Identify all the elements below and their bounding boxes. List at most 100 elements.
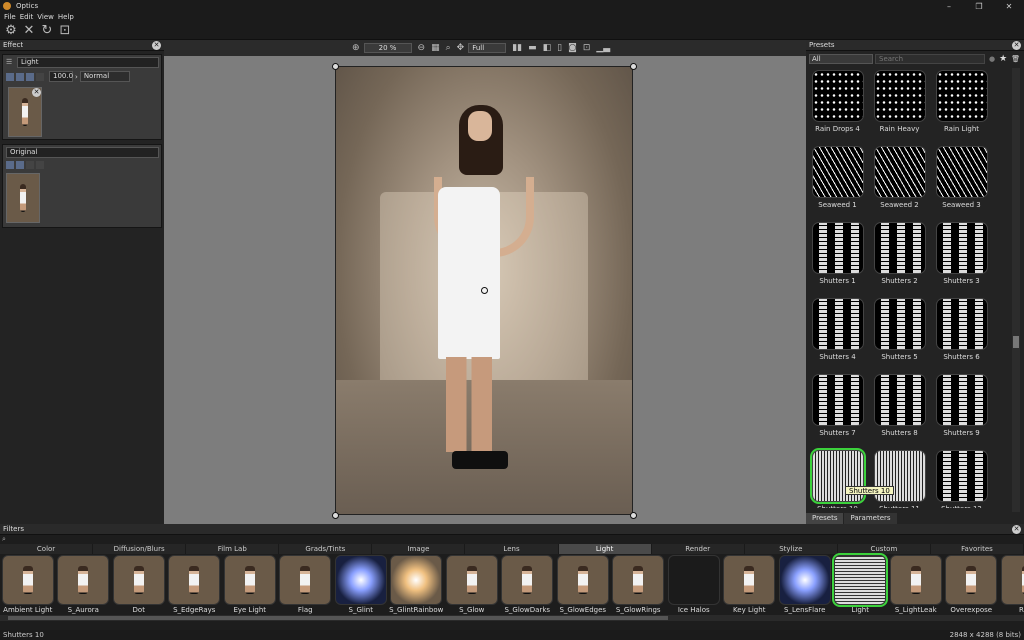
preset-item[interactable]: Rain Heavy [871,70,928,146]
filter-category-tab[interactable]: Film Lab [186,544,280,554]
filter-item[interactable]: Ice Halos [666,555,722,615]
fit-screen-icon[interactable]: ⊡ [583,43,591,53]
zoom-out-icon[interactable]: ⊖ [418,43,426,53]
mask-icon[interactable] [6,161,14,169]
filter-thumbnail[interactable] [168,555,221,605]
star-icon[interactable]: ★ [999,54,1007,64]
preset-item[interactable]: Rain Light [933,70,990,146]
filter-thumbnail[interactable] [832,553,889,607]
filter-thumbnail[interactable] [57,555,110,605]
filter-thumbnail[interactable] [778,555,831,605]
preset-thumbnail[interactable] [811,298,864,350]
effect-layer[interactable]: Light ☰ 100.0 › Normal ✕ [2,54,162,140]
preset-thumbnail[interactable] [935,374,988,426]
filter-thumbnail[interactable] [667,555,720,605]
preset-item[interactable]: Shutters 1 [809,222,866,298]
lightning-icon[interactable] [26,72,34,81]
preset-item[interactable]: Shutters 12 [933,450,990,508]
trash-icon[interactable]: 🗑 [1011,55,1020,63]
view-mode-select[interactable]: Full [468,43,507,53]
preset-item[interactable]: Shutters 3 [933,222,990,298]
original-thumbnail[interactable] [6,173,40,223]
filter-thumbnail[interactable] [612,555,665,605]
preset-thumbnail[interactable] [811,222,864,274]
preset-thumbnail[interactable] [811,70,864,122]
tab-parameters[interactable]: Parameters [844,513,897,524]
filter-thumbnail[interactable] [223,555,276,605]
filter-category-tab[interactable]: Image [372,544,466,554]
corner-handle-tl[interactable] [332,63,339,70]
preset-item[interactable]: Rain Drops 4 [809,70,866,146]
filter-category-tab[interactable]: Grads/Tints [279,544,373,554]
filter-category-tab[interactable]: Diffusion/Blurs [93,544,187,554]
preset-thumbnail[interactable] [873,70,926,122]
preset-thumbnail[interactable] [873,222,926,274]
search-icon[interactable]: ⌕ [2,535,6,544]
filter-item[interactable]: S_GlowDarks [500,555,556,615]
preset-item[interactable]: Shutters 9 [933,374,990,450]
filter-item[interactable]: S_GlowRings [611,555,667,615]
preset-item[interactable]: Seaweed 3 [933,146,990,222]
clear-search-icon[interactable]: ● [989,55,995,63]
close-icon[interactable]: ✕ [152,40,161,50]
filter-item[interactable]: Flag [278,555,334,615]
lightning-icon[interactable] [26,161,34,169]
corner-handle-tr[interactable] [630,63,637,70]
save-icon[interactable] [16,161,24,169]
fit-icon[interactable]: ⊡ [58,23,72,38]
filter-item[interactable]: Rain [999,555,1024,615]
filter-item[interactable]: Key Light [722,555,778,615]
filter-thumbnail[interactable] [723,555,776,605]
pan-icon[interactable]: ✥ [457,43,465,53]
filter-category-tab[interactable]: Custom [837,544,931,554]
filter-thumbnail[interactable] [390,555,443,605]
center-handle[interactable] [481,287,488,294]
close-icon[interactable]: ✕ [22,23,36,38]
list-icon[interactable]: ☰ [6,58,12,66]
filter-category-tab[interactable]: Render [651,544,745,554]
corner-handle-bl[interactable] [332,512,339,519]
preset-item[interactable]: Seaweed 2 [871,146,928,222]
refresh-icon[interactable]: ↻ [40,23,54,38]
page-icon[interactable]: ▯ [557,43,562,53]
preset-thumbnail[interactable] [935,298,988,350]
save-icon[interactable] [16,72,24,81]
preset-thumbnail[interactable] [873,146,926,198]
lock-icon[interactable] [36,161,44,169]
filter-item[interactable]: S_EdgeRays [167,555,223,615]
filter-category-tab[interactable]: Light [558,544,652,554]
filters-scrollbar[interactable] [0,615,1024,621]
filter-item[interactable]: S_LensFlare [777,555,833,615]
filter-item[interactable]: S_GlintRainbow [389,555,445,615]
minimize-button[interactable]: – [934,0,964,12]
preset-item[interactable]: Shutters 4 [809,298,866,374]
preset-thumbnail[interactable] [935,222,988,274]
filter-thumbnail[interactable] [1,555,54,605]
menu-file[interactable]: File [4,13,16,21]
preset-item[interactable]: Seaweed 1 [809,146,866,222]
preset-thumbnail[interactable] [873,298,926,350]
preset-thumbnail[interactable] [935,450,988,502]
filter-item[interactable]: S_GlowEdges [555,555,611,615]
preset-item[interactable]: Shutters 7 [809,374,866,450]
maximize-button[interactable]: ❐ [964,0,994,12]
zoom-field[interactable]: 20 % [363,43,412,53]
filter-item[interactable]: Eye Light [222,555,278,615]
preset-thumbnail[interactable] [873,374,926,426]
menu-help[interactable]: Help [58,13,74,21]
preset-category-select[interactable]: All [809,53,873,64]
filter-thumbnail[interactable] [112,555,165,605]
filter-category-tab[interactable]: Color [0,544,94,554]
close-icon[interactable]: ✕ [1012,524,1021,534]
filter-thumbnail[interactable] [1000,555,1024,605]
zoom-in-icon[interactable]: ⊕ [352,43,360,53]
filter-item[interactable]: S_Glint [333,555,389,615]
lock-icon[interactable] [36,72,44,81]
preset-thumbnail[interactable] [935,70,988,122]
preset-item[interactable]: Shutters 8 [871,374,928,450]
opacity-field[interactable]: 100.0 [49,71,73,82]
camera-icon[interactable]: ◙ [568,43,577,53]
compare-icon[interactable]: ◧ [543,43,552,53]
filter-thumbnail[interactable] [945,555,998,605]
preset-item[interactable]: Shutters 11 [871,450,928,508]
